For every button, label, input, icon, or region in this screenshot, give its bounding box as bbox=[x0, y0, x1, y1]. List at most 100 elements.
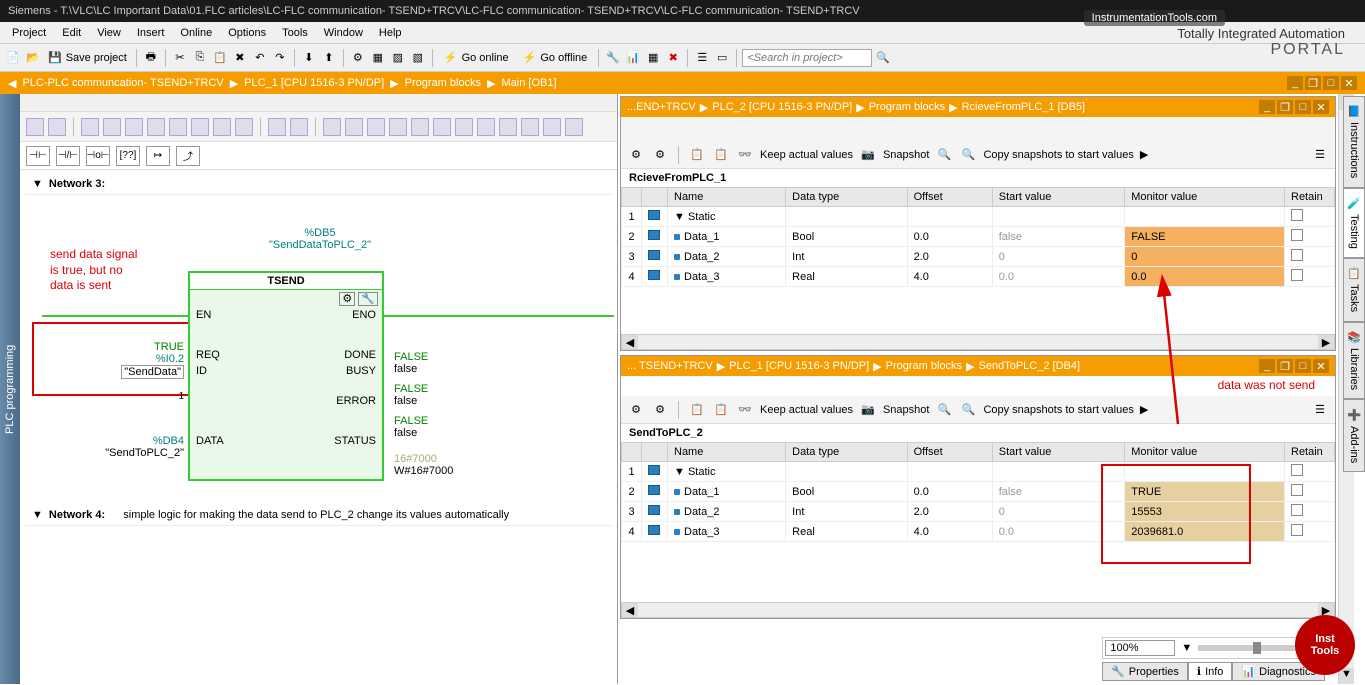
dbt-icon[interactable]: ☰ bbox=[1311, 401, 1329, 419]
col-offset[interactable]: Offset bbox=[907, 443, 992, 462]
dbt-icon[interactable]: ⚙ bbox=[651, 146, 669, 164]
et-icon[interactable] bbox=[389, 118, 407, 136]
network3-header[interactable]: ▼ Network 3: bbox=[24, 174, 613, 195]
menu-tools[interactable]: Tools bbox=[274, 25, 316, 41]
block-icon-2[interactable]: 🔧 bbox=[358, 292, 378, 306]
et-icon[interactable] bbox=[169, 118, 187, 136]
win-close-icon[interactable]: ✕ bbox=[1313, 100, 1329, 114]
zoom-dropdown-icon[interactable]: ▼ bbox=[1181, 642, 1192, 654]
et-icon[interactable] bbox=[323, 118, 341, 136]
menu-window[interactable]: Window bbox=[316, 25, 371, 41]
upload-icon[interactable]: ⬆ bbox=[320, 49, 338, 67]
win-close-icon[interactable]: ✕ bbox=[1313, 359, 1329, 373]
dbt-icon[interactable]: ⚙ bbox=[627, 146, 645, 164]
et-icon[interactable] bbox=[345, 118, 363, 136]
print-icon[interactable]: 🖶 bbox=[142, 49, 160, 67]
tb-icon-6[interactable]: ▦ bbox=[644, 49, 662, 67]
win-min-icon[interactable]: _ bbox=[1259, 359, 1275, 373]
keep-actual-button[interactable]: Keep actual values bbox=[760, 404, 853, 416]
col-datatype[interactable]: Data type bbox=[786, 443, 907, 462]
dbt-icon[interactable]: 📋 bbox=[688, 146, 706, 164]
snapshot-button[interactable]: Snapshot bbox=[883, 404, 929, 416]
table-row[interactable]: 4Data_3Real4.00.00.0 bbox=[622, 267, 1335, 287]
menu-view[interactable]: View bbox=[89, 25, 129, 41]
table-row[interactable]: 4Data_3Real4.00.02039681.0 bbox=[622, 522, 1335, 542]
bc-project[interactable]: PLC-PLC communcation- TSEND+TRCV bbox=[22, 77, 223, 89]
bc-main[interactable]: Main [OB1] bbox=[502, 77, 557, 89]
redo-icon[interactable]: ↷ bbox=[271, 49, 289, 67]
search-input[interactable] bbox=[742, 49, 872, 67]
et-icon[interactable] bbox=[48, 118, 66, 136]
save-project-button[interactable]: 💾 Save project bbox=[44, 51, 131, 64]
lad-coil-icon[interactable]: ⊣o⊢ bbox=[86, 146, 110, 166]
tb-icon-3[interactable]: ▧ bbox=[409, 49, 427, 67]
menu-help[interactable]: Help bbox=[371, 25, 410, 41]
db-bc-item[interactable]: RcieveFromPLC_1 [DB5] bbox=[962, 101, 1086, 113]
table-row[interactable]: 3Data_2Int2.000 bbox=[622, 247, 1335, 267]
col-name[interactable]: Name bbox=[668, 443, 786, 462]
et-icon[interactable] bbox=[455, 118, 473, 136]
et-icon[interactable] bbox=[565, 118, 583, 136]
table-row[interactable]: 3Data_2Int2.0015553 bbox=[622, 502, 1335, 522]
et-icon[interactable] bbox=[213, 118, 231, 136]
bc-blocks[interactable]: Program blocks bbox=[405, 77, 481, 89]
bc-close-icon[interactable]: ✕ bbox=[1341, 76, 1357, 90]
dbt-icon[interactable]: 📷 bbox=[859, 146, 877, 164]
lad-open-icon[interactable]: ⤴ bbox=[176, 146, 200, 166]
dbt-icon[interactable]: ⚙ bbox=[651, 401, 669, 419]
side-tab-plc-programming[interactable]: PLC programming bbox=[0, 94, 20, 684]
dbt-icon[interactable]: ⚙ bbox=[627, 401, 645, 419]
dbt-icon[interactable]: 👓 bbox=[736, 146, 754, 164]
rtab-instructions[interactable]: 📘Instructions bbox=[1343, 96, 1365, 188]
et-icon[interactable] bbox=[147, 118, 165, 136]
cut-icon[interactable]: ✂ bbox=[171, 49, 189, 67]
more-icon[interactable]: ▶ bbox=[1140, 148, 1148, 161]
paste-icon[interactable]: 📋 bbox=[211, 49, 229, 67]
db-bc-item[interactable]: SendToPLC_2 [DB4] bbox=[979, 360, 1081, 372]
more-icon[interactable]: ▶ bbox=[1140, 403, 1148, 416]
et-icon[interactable] bbox=[81, 118, 99, 136]
tb-icon-1[interactable]: ▦ bbox=[369, 49, 387, 67]
lad-branch-icon[interactable]: ↦ bbox=[146, 146, 170, 166]
snapshot-button[interactable]: Snapshot bbox=[883, 149, 929, 161]
col-monitor[interactable]: Monitor value bbox=[1125, 443, 1285, 462]
menu-project[interactable]: Project bbox=[4, 25, 54, 41]
go-online-button[interactable]: ⚡ Go online bbox=[438, 49, 515, 66]
dbt-icon[interactable]: 🔍 bbox=[959, 401, 977, 419]
block-icon-1[interactable]: ⚙ bbox=[339, 292, 355, 306]
et-icon[interactable] bbox=[103, 118, 121, 136]
col-startvalue[interactable]: Start value bbox=[992, 188, 1125, 207]
bc-arrow-icon[interactable]: ◀ bbox=[8, 77, 16, 90]
win-rest-icon[interactable]: ❐ bbox=[1277, 359, 1293, 373]
col-offset[interactable]: Offset bbox=[907, 188, 992, 207]
bc-maximize-icon[interactable]: □ bbox=[1323, 76, 1339, 90]
bc-minimize-icon[interactable]: _ bbox=[1287, 76, 1303, 90]
copy-icon[interactable]: ⎘ bbox=[191, 49, 209, 67]
scrollbar-top[interactable]: ◀ ▶ bbox=[621, 334, 1335, 350]
tab-info[interactable]: ℹInfo bbox=[1188, 662, 1233, 681]
table-row[interactable]: 1▼ Static bbox=[622, 207, 1335, 227]
keep-actual-button[interactable]: Keep actual values bbox=[760, 149, 853, 161]
undo-icon[interactable]: ↶ bbox=[251, 49, 269, 67]
db-bc-item[interactable]: ... TSEND+TRCV bbox=[627, 360, 713, 372]
download-icon[interactable]: ⬇ bbox=[300, 49, 318, 67]
et-icon[interactable] bbox=[235, 118, 253, 136]
menu-edit[interactable]: Edit bbox=[54, 25, 89, 41]
bc-restore-icon[interactable]: ❐ bbox=[1305, 76, 1321, 90]
et-icon[interactable] bbox=[191, 118, 209, 136]
zoom-slider[interactable] bbox=[1198, 645, 1308, 651]
db-bc-item[interactable]: ...END+TRCV bbox=[627, 101, 696, 113]
menu-online[interactable]: Online bbox=[172, 25, 220, 41]
tb-icon-7[interactable]: ✖ bbox=[664, 49, 682, 67]
col-name[interactable]: Name bbox=[668, 188, 786, 207]
db-bc-item[interactable]: Program blocks bbox=[886, 360, 962, 372]
tb-icon-2[interactable]: ▨ bbox=[389, 49, 407, 67]
col-startvalue[interactable]: Start value bbox=[992, 443, 1125, 462]
db-bc-item[interactable]: PLC_1 [CPU 1516-3 PN/DP] bbox=[729, 360, 869, 372]
et-icon[interactable] bbox=[543, 118, 561, 136]
lad-empty-icon[interactable]: [??] bbox=[116, 146, 140, 166]
db-bc-item[interactable]: PLC_2 [CPU 1516-3 PN/DP] bbox=[712, 101, 852, 113]
copy-snapshot-button[interactable]: Copy snapshots to start values bbox=[983, 404, 1133, 416]
new-project-icon[interactable]: 📄 bbox=[4, 49, 22, 67]
et-icon[interactable] bbox=[367, 118, 385, 136]
